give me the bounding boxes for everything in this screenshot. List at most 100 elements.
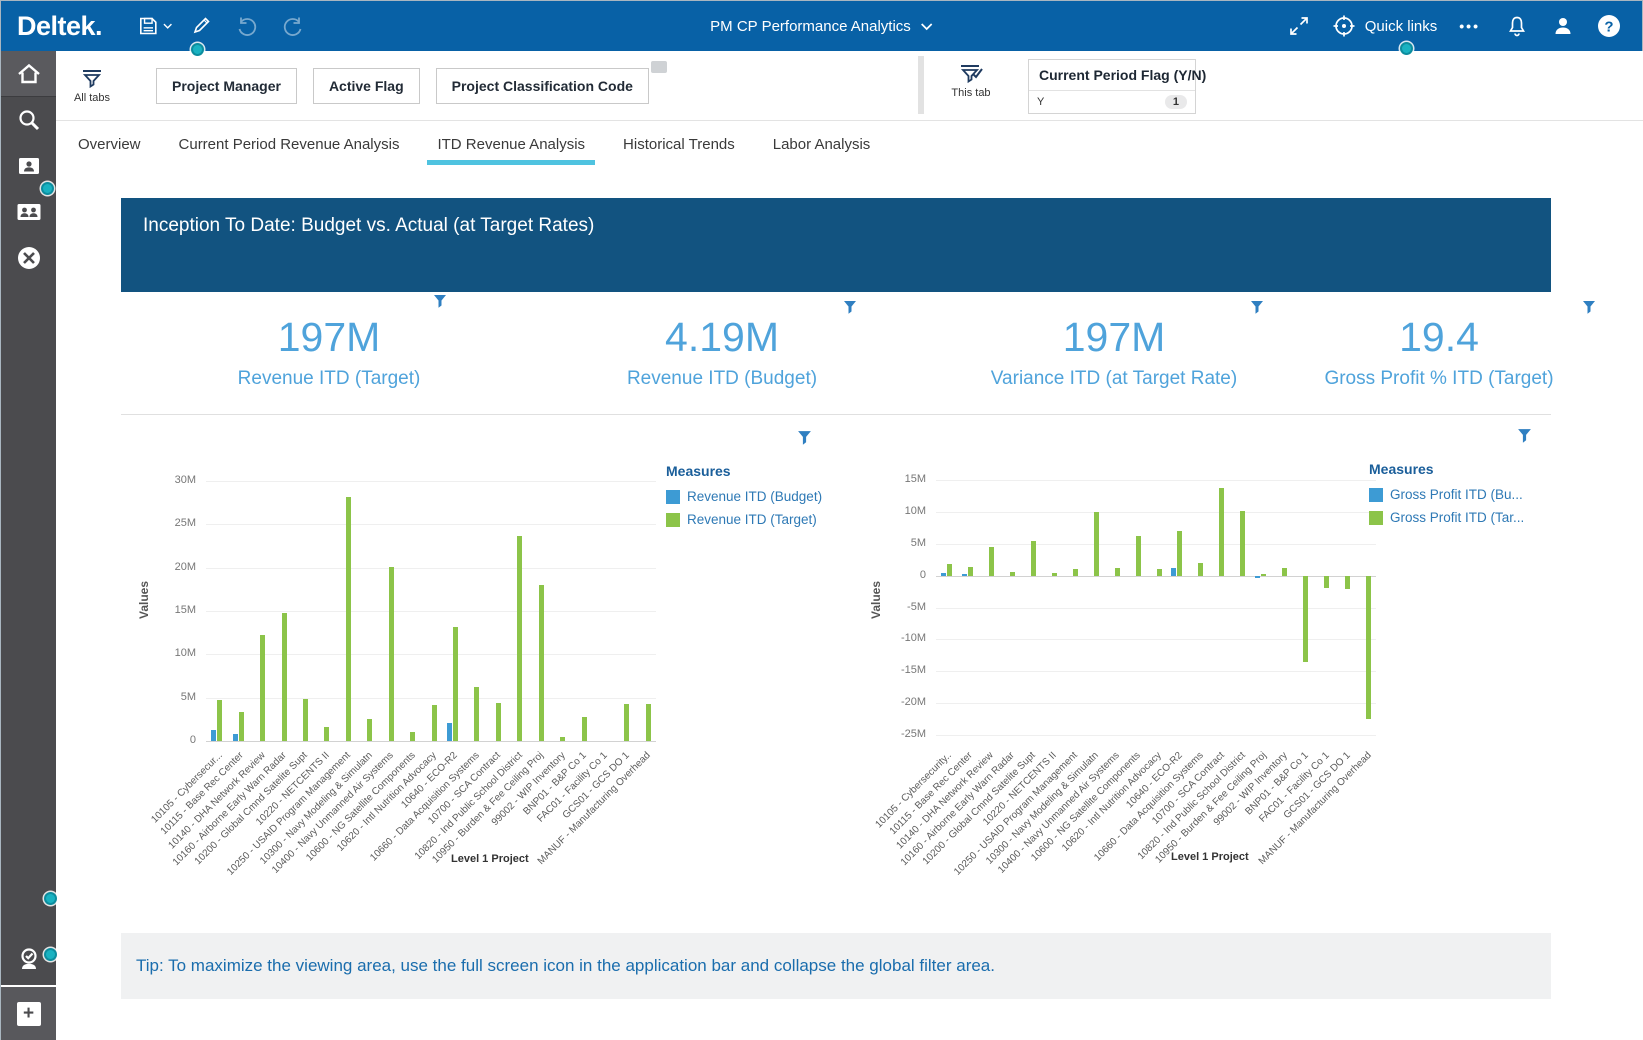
sidebar-item-search[interactable] [1, 97, 56, 143]
user-profile-button[interactable] [1546, 9, 1580, 43]
current-period-flag-filter-card[interactable]: Current Period Flag (Y/N) Y 1 [1028, 59, 1206, 114]
bar[interactable] [1072, 568, 1078, 576]
chart-filter-funnel-icon[interactable] [797, 430, 812, 446]
all-tabs-filter[interactable]: All tabs [63, 68, 121, 104]
bar[interactable] [517, 535, 523, 741]
bar[interactable] [940, 572, 946, 576]
tab-itd-revenue-analysis[interactable]: ITD Revenue Analysis [427, 124, 595, 165]
bar[interactable] [624, 703, 630, 741]
bar[interactable] [1255, 575, 1261, 578]
bar[interactable] [1171, 568, 1177, 576]
bar[interactable] [961, 573, 967, 576]
kpi-filter-funnel-icon[interactable] [1582, 300, 1596, 315]
bar[interactable] [367, 719, 373, 741]
global-filter-bar: All tabs Project Manager Active Flag Pro… [56, 51, 1643, 121]
tab-overview[interactable]: Overview [74, 124, 145, 165]
bar[interactable] [581, 716, 587, 741]
bar[interactable] [238, 712, 244, 741]
tab-historical-trends[interactable]: Historical Trends [619, 124, 739, 165]
bar[interactable] [211, 729, 217, 741]
bar[interactable] [474, 687, 480, 741]
redo-button[interactable] [276, 9, 310, 43]
chart-filter-funnel-icon[interactable] [1517, 428, 1532, 444]
bar[interactable] [302, 698, 308, 741]
bar[interactable] [1219, 488, 1225, 576]
bar[interactable] [1366, 575, 1372, 720]
bar[interactable] [217, 700, 223, 741]
panel-splitter[interactable]: ‖ [918, 56, 924, 114]
filter-button-project-manager[interactable]: Project Manager [156, 67, 297, 104]
kpi-filter-funnel-icon[interactable] [1250, 300, 1264, 315]
tab-current-period-revenue-analysis[interactable]: Current Period Revenue Analysis [175, 124, 404, 165]
fullscreen-button[interactable] [1282, 9, 1316, 43]
bar[interactable] [452, 627, 458, 741]
bar[interactable] [1051, 572, 1057, 576]
save-button[interactable] [138, 9, 172, 43]
bar[interactable] [1282, 568, 1288, 576]
legend-swatch-icon [666, 489, 680, 504]
edit-button[interactable] [184, 9, 218, 43]
y-axis-tick-label: -10M [900, 632, 926, 645]
bar[interactable] [1030, 541, 1036, 576]
tab-labor-analysis[interactable]: Labor Analysis [769, 124, 875, 165]
bar[interactable] [1345, 575, 1351, 590]
guide-beacon[interactable] [44, 948, 57, 961]
bar[interactable] [988, 546, 994, 576]
bar[interactable] [495, 702, 501, 741]
bar[interactable] [1240, 510, 1246, 576]
bar[interactable] [1324, 575, 1330, 588]
legend-item[interactable]: Revenue ITD (Budget) [666, 489, 841, 504]
more-options-button[interactable]: ••• [1459, 18, 1480, 34]
this-tab-filter[interactable]: This tab [941, 63, 1001, 99]
bar[interactable] [446, 722, 452, 741]
kpi-value[interactable]: 197M [119, 314, 539, 361]
bar[interactable] [1198, 563, 1204, 576]
bar[interactable] [410, 732, 416, 741]
bar[interactable] [538, 585, 544, 741]
bar[interactable] [324, 727, 330, 741]
guide-beacon[interactable] [44, 892, 57, 905]
legend-item[interactable]: Gross Profit ITD (Tar... [1369, 510, 1544, 525]
bar[interactable] [1177, 530, 1183, 576]
undo-button[interactable] [230, 9, 264, 43]
bar[interactable] [232, 734, 238, 741]
bar[interactable] [345, 496, 351, 741]
kpi-value[interactable]: 4.19M [512, 314, 932, 361]
bar[interactable] [645, 703, 651, 741]
bar[interactable] [1303, 575, 1309, 663]
drag-handle[interactable] [651, 61, 667, 73]
legend-item[interactable]: Revenue ITD (Target) [666, 512, 841, 527]
filter-button-project-classification-code[interactable]: Project Classification Code [435, 67, 649, 104]
kpi-value[interactable]: 19.4 [1229, 314, 1643, 361]
user-check-icon [20, 948, 37, 969]
sidebar-item-tools[interactable] [1, 235, 56, 281]
bar[interactable] [560, 736, 566, 741]
sidebar-item-home[interactable] [1, 51, 56, 97]
bar[interactable] [431, 704, 437, 741]
filter-button-active-flag[interactable]: Active Flag [312, 67, 420, 104]
sidebar-item-people[interactable] [1, 189, 56, 235]
add-button[interactable]: + [16, 1002, 41, 1026]
bar[interactable] [1009, 571, 1015, 576]
help-button[interactable]: ? [1592, 9, 1626, 43]
bar[interactable] [946, 563, 952, 576]
bar[interactable] [1135, 535, 1141, 576]
legend-item[interactable]: Gross Profit ITD (Bu... [1369, 487, 1544, 502]
bar[interactable] [1261, 574, 1267, 576]
notifications-button[interactable] [1500, 9, 1534, 43]
bar[interactable] [388, 566, 394, 741]
bar[interactable] [260, 635, 266, 741]
guide-beacon[interactable] [191, 43, 204, 56]
kpi-filter-funnel-icon[interactable] [843, 300, 857, 315]
bar[interactable] [967, 567, 973, 576]
bar[interactable] [1093, 511, 1099, 576]
quick-links-button[interactable]: Quick links [1332, 14, 1437, 38]
bar[interactable] [1156, 569, 1162, 576]
kpi-filter-funnel-icon[interactable] [433, 294, 447, 309]
kpi-label: Revenue ITD (Budget) [626, 368, 818, 389]
guide-beacon[interactable] [41, 182, 54, 195]
bar[interactable] [281, 612, 287, 741]
guide-beacon[interactable] [1400, 42, 1413, 55]
dashboard-title-menu[interactable]: PM CP Performance Analytics [710, 18, 933, 35]
bar[interactable] [1114, 568, 1120, 576]
